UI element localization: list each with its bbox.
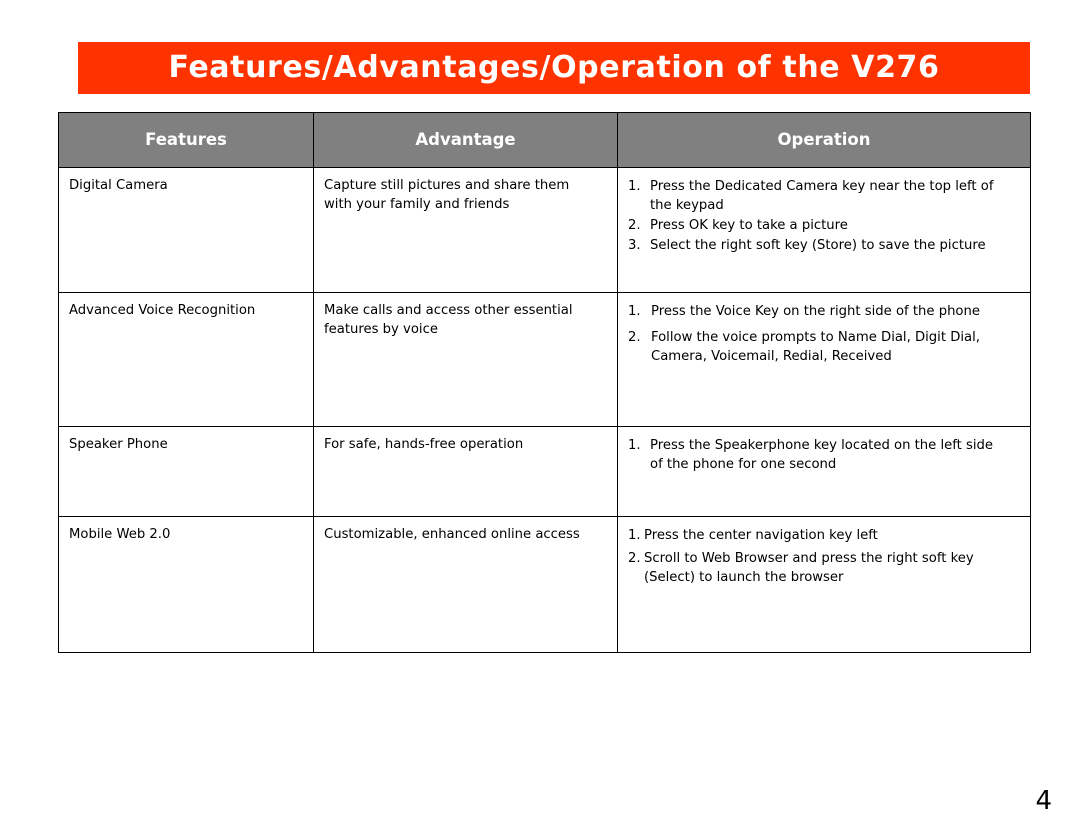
features-advantages-operation-table: Features Advantage Operation Digital Cam… xyxy=(58,112,1031,653)
table-row: Speaker Phone For safe, hands-free operat… xyxy=(58,426,1031,517)
operation-step-list: 1. Press the Voice Key on the right side … xyxy=(628,302,1020,366)
cell-advantage: For safe, hands-free operation xyxy=(313,426,618,517)
operation-step-list: 1. Press the Speakerphone key located on … xyxy=(628,436,1020,474)
step-number: 1. xyxy=(628,179,641,194)
cell-feature: Digital Camera xyxy=(58,167,314,293)
step-number: 1. xyxy=(628,438,641,453)
feature-text: Speaker Phone xyxy=(69,437,168,452)
cell-feature: Mobile Web 2.0 xyxy=(58,516,314,653)
column-header-label: Features xyxy=(145,129,227,149)
cell-operation: 1. Press the Speakerphone key located on … xyxy=(617,426,1031,517)
step-number: 3. xyxy=(628,238,641,253)
column-header-label: Advantage xyxy=(415,129,516,149)
table-row: Mobile Web 2.0 Customizable, enhanced onl… xyxy=(58,516,1031,653)
table-row: Advanced Voice Recognition Make calls and… xyxy=(58,292,1031,427)
cell-operation: 1. Press the center navigation key left 2.… xyxy=(617,516,1031,653)
operation-step: 3. Select the right soft key (Store) to s… xyxy=(628,236,1020,255)
step-text: Scroll to Web Browser and press the righ… xyxy=(644,551,974,585)
step-text: Follow the voice prompts to Name Dial, D… xyxy=(651,330,980,364)
cell-advantage: Customizable, enhanced online access xyxy=(313,516,618,653)
slide-canvas: Features/Advantages/Operation of the V27… xyxy=(0,0,1080,834)
operation-step: 1. Press the Speakerphone key located on … xyxy=(628,436,1020,474)
column-header-label: Operation xyxy=(777,129,871,149)
feature-text: Digital Camera xyxy=(69,178,168,193)
operation-step: 2. Scroll to Web Browser and press the ri… xyxy=(628,549,1020,587)
column-header-operation: Operation xyxy=(617,112,1031,168)
feature-text: Advanced Voice Recognition xyxy=(69,303,256,318)
step-number: 1. xyxy=(628,304,641,319)
table-row: Digital Camera Capture still pictures and… xyxy=(58,167,1031,293)
table-body: Digital Camera Capture still pictures and… xyxy=(58,167,1031,653)
operation-step-list: 1. Press the Dedicated Camera key near th… xyxy=(628,177,1020,255)
table-header-row: Features Advantage Operation xyxy=(58,112,1031,168)
cell-advantage: Make calls and access other essential fe… xyxy=(313,292,618,427)
step-number: 2. xyxy=(628,218,641,233)
operation-step: 1. Press the Dedicated Camera key near th… xyxy=(628,177,1020,215)
operation-step: 1. Press the center navigation key left xyxy=(628,526,1020,545)
step-text: Press the Speakerphone key located on th… xyxy=(650,438,994,472)
advantage-text: For safe, hands-free operation xyxy=(324,437,524,452)
cell-advantage: Capture still pictures and share them wi… xyxy=(313,167,618,293)
cell-operation: 1. Press the Dedicated Camera key near th… xyxy=(617,167,1031,293)
feature-text: Mobile Web 2.0 xyxy=(69,527,171,542)
step-number: 1. xyxy=(628,528,641,543)
cell-operation: 1. Press the Voice Key on the right side … xyxy=(617,292,1031,427)
step-number: 2. xyxy=(628,551,641,566)
step-text: Press the Voice Key on the right side of… xyxy=(651,304,980,319)
page-title: Features/Advantages/Operation of the V27… xyxy=(168,50,940,85)
operation-step: 2. Follow the voice prompts to Name Dial,… xyxy=(628,328,1020,366)
advantage-text: Capture still pictures and share them wi… xyxy=(324,178,570,212)
advantage-text: Make calls and access other essential fe… xyxy=(324,303,573,337)
page-number: 4 xyxy=(1035,786,1052,816)
step-text: Press the Dedicated Camera key near the … xyxy=(650,179,994,213)
step-text: Select the right soft key (Store) to sav… xyxy=(650,238,986,253)
cell-feature: Speaker Phone xyxy=(58,426,314,517)
title-banner: Features/Advantages/Operation of the V27… xyxy=(78,42,1030,94)
cell-feature: Advanced Voice Recognition xyxy=(58,292,314,427)
step-text: Press the center navigation key left xyxy=(644,528,878,543)
operation-step: 1. Press the Voice Key on the right side … xyxy=(628,302,1020,321)
table-header: Features Advantage Operation xyxy=(58,112,1031,168)
advantage-text: Customizable, enhanced online access xyxy=(324,527,580,542)
step-text: Press OK key to take a picture xyxy=(650,218,848,233)
column-header-advantage: Advantage xyxy=(313,112,618,168)
operation-step-list: 1. Press the center navigation key left 2.… xyxy=(628,526,1020,587)
step-number: 2. xyxy=(628,330,641,345)
column-header-features: Features xyxy=(58,112,314,168)
operation-step: 2. Press OK key to take a picture xyxy=(628,216,1020,235)
